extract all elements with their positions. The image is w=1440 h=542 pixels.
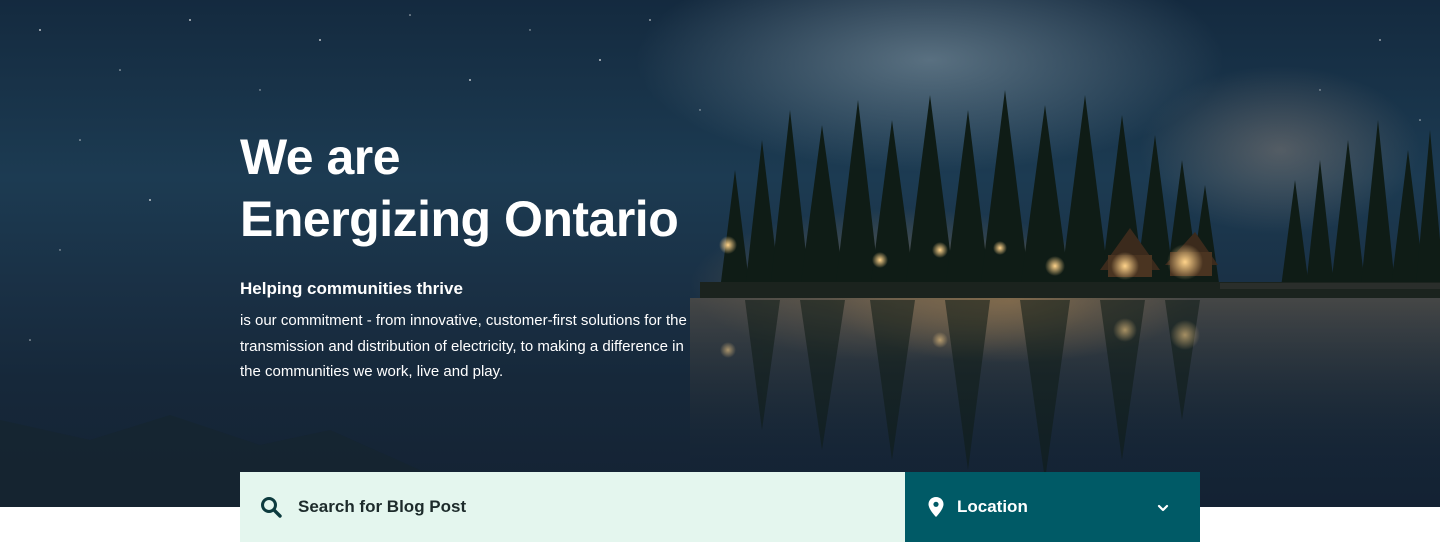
hero-headline-line1: We are <box>240 129 401 185</box>
chevron-down-icon <box>1156 501 1170 513</box>
search-icon[interactable] <box>260 496 282 518</box>
hero-background-image <box>0 14 1440 507</box>
hero-description: is our commitment - from innovative, cus… <box>240 312 687 380</box>
location-label: Location <box>957 497 1028 516</box>
search-input[interactable] <box>296 496 860 518</box>
hero-text-block: We are Energizing Ontario Helping commun… <box>240 126 710 385</box>
hero-headline-line2: Energizing Ontario <box>240 191 679 247</box>
location-dropdown[interactable]: Location <box>905 472 1200 542</box>
hero-headline: We are Energizing Ontario <box>240 126 710 250</box>
blog-search-bar[interactable] <box>240 472 905 542</box>
hero-banner: We are Energizing Ontario Helping commun… <box>0 0 1440 507</box>
map-pin-icon <box>928 497 944 517</box>
hero-subtitle: Helping communities thrive <box>240 279 463 298</box>
